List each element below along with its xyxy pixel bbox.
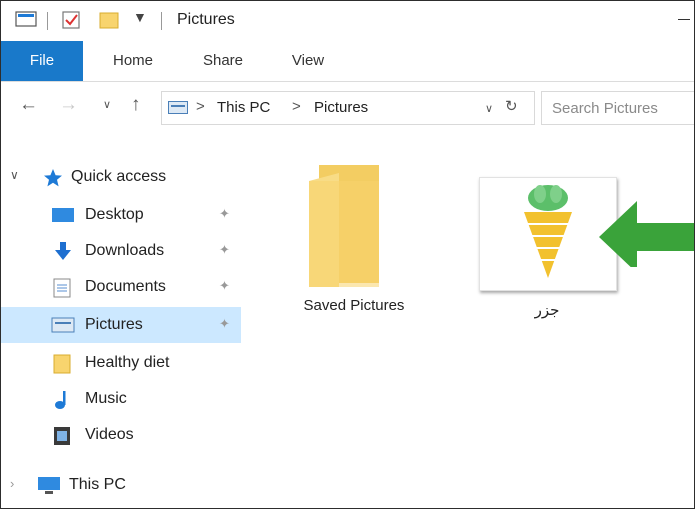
file-name: Saved Pictures xyxy=(303,297,405,314)
nav-item-music[interactable]: Music xyxy=(1,381,241,417)
breadcrumb-separator-icon[interactable]: > xyxy=(196,98,205,115)
recent-locations-icon[interactable]: ∨ xyxy=(103,98,111,111)
quick-access-label: Quick access xyxy=(71,168,167,185)
title-separator-2 xyxy=(161,12,162,30)
navigation-bar: ← → ∨ ↑ > This PC > Pictures ∨ ↻ xyxy=(1,82,694,132)
star-icon xyxy=(44,169,62,187)
nav-item-label: Documents xyxy=(85,278,166,295)
pin-icon[interactable]: ✦ xyxy=(219,206,230,222)
up-button[interactable]: ↑ xyxy=(131,94,141,116)
nav-item-downloads[interactable]: Downloads ✦ xyxy=(1,233,241,269)
folder-icon xyxy=(53,354,71,374)
file-item-saved-pictures[interactable]: Saved Pictures xyxy=(281,159,431,319)
collapse-chevron-icon[interactable]: ∨ xyxy=(10,168,19,182)
forward-button[interactable]: → xyxy=(59,94,78,116)
tab-home[interactable]: Home xyxy=(105,41,161,81)
address-bar[interactable]: > This PC > Pictures xyxy=(161,91,535,125)
pictures-location-icon xyxy=(168,101,188,114)
downloads-icon xyxy=(55,242,71,260)
nav-item-videos[interactable]: Videos xyxy=(1,417,241,453)
nav-item-this-pc[interactable]: › This PC xyxy=(1,467,241,503)
breadcrumb-this-pc[interactable]: This PC xyxy=(217,99,270,116)
arrow-icon xyxy=(599,201,694,267)
minimize-icon[interactable] xyxy=(678,19,690,20)
file-list: Saved Pictures جزر xyxy=(261,141,694,508)
explorer-window: ▼ Pictures File Home Share View ← → ∨ ↑ … xyxy=(0,0,695,509)
tab-view[interactable]: View xyxy=(283,41,333,81)
search-input[interactable] xyxy=(542,92,694,124)
customize-qat-icon[interactable]: ▼ xyxy=(133,9,147,25)
search-box[interactable] xyxy=(541,91,694,125)
expand-chevron-icon[interactable]: › xyxy=(10,476,14,491)
nav-item-desktop[interactable]: Desktop ✦ xyxy=(1,197,241,233)
desktop-icon xyxy=(52,208,74,222)
properties-icon[interactable] xyxy=(61,10,81,30)
nav-item-documents[interactable]: Documents ✦ xyxy=(1,269,241,305)
nav-item-label: Pictures xyxy=(85,316,143,333)
tab-file[interactable]: File xyxy=(1,41,83,81)
breadcrumb-pictures[interactable]: Pictures xyxy=(314,99,368,116)
pin-icon[interactable]: ✦ xyxy=(219,316,230,332)
nav-item-label: Videos xyxy=(85,426,134,443)
window-icon xyxy=(15,11,37,27)
music-icon xyxy=(55,391,66,409)
new-folder-icon[interactable] xyxy=(99,10,121,30)
title-bar: ▼ Pictures xyxy=(1,1,694,41)
address-dropdown-icon[interactable]: ∨ xyxy=(485,102,493,115)
carrot-image-thumbnail xyxy=(524,185,572,278)
nav-item-label: Downloads xyxy=(85,242,165,259)
tab-share[interactable]: Share xyxy=(193,41,253,81)
nav-item-label: This PC xyxy=(69,476,126,493)
nav-item-label: Desktop xyxy=(85,206,144,223)
back-button[interactable]: ← xyxy=(19,94,38,116)
title-separator xyxy=(47,12,48,30)
nav-item-pictures[interactable]: Pictures ✦ xyxy=(1,307,241,343)
pin-icon[interactable]: ✦ xyxy=(219,278,230,294)
this-pc-icon xyxy=(38,477,60,494)
pictures-icon xyxy=(51,317,75,333)
nav-item-label: Healthy diet xyxy=(85,354,170,371)
nav-item-healthy-diet[interactable]: Healthy diet xyxy=(1,345,241,381)
nav-item-label: Music xyxy=(85,390,127,407)
ribbon-tabs: File Home Share View xyxy=(1,41,694,82)
documents-icon xyxy=(53,278,71,298)
pin-icon[interactable]: ✦ xyxy=(219,242,230,258)
folder-icon xyxy=(309,165,379,287)
videos-icon xyxy=(54,427,70,445)
file-name: جزر xyxy=(534,302,560,319)
breadcrumb-separator-icon-2[interactable]: > xyxy=(292,98,301,115)
window-title: Pictures xyxy=(177,11,235,28)
refresh-icon[interactable]: ↻ xyxy=(505,97,518,115)
nav-quick-access[interactable]: ∨ Quick access xyxy=(1,159,241,195)
navigation-pane: ∨ Quick access Desktop ✦ Downloads ✦ Doc… xyxy=(1,141,251,508)
